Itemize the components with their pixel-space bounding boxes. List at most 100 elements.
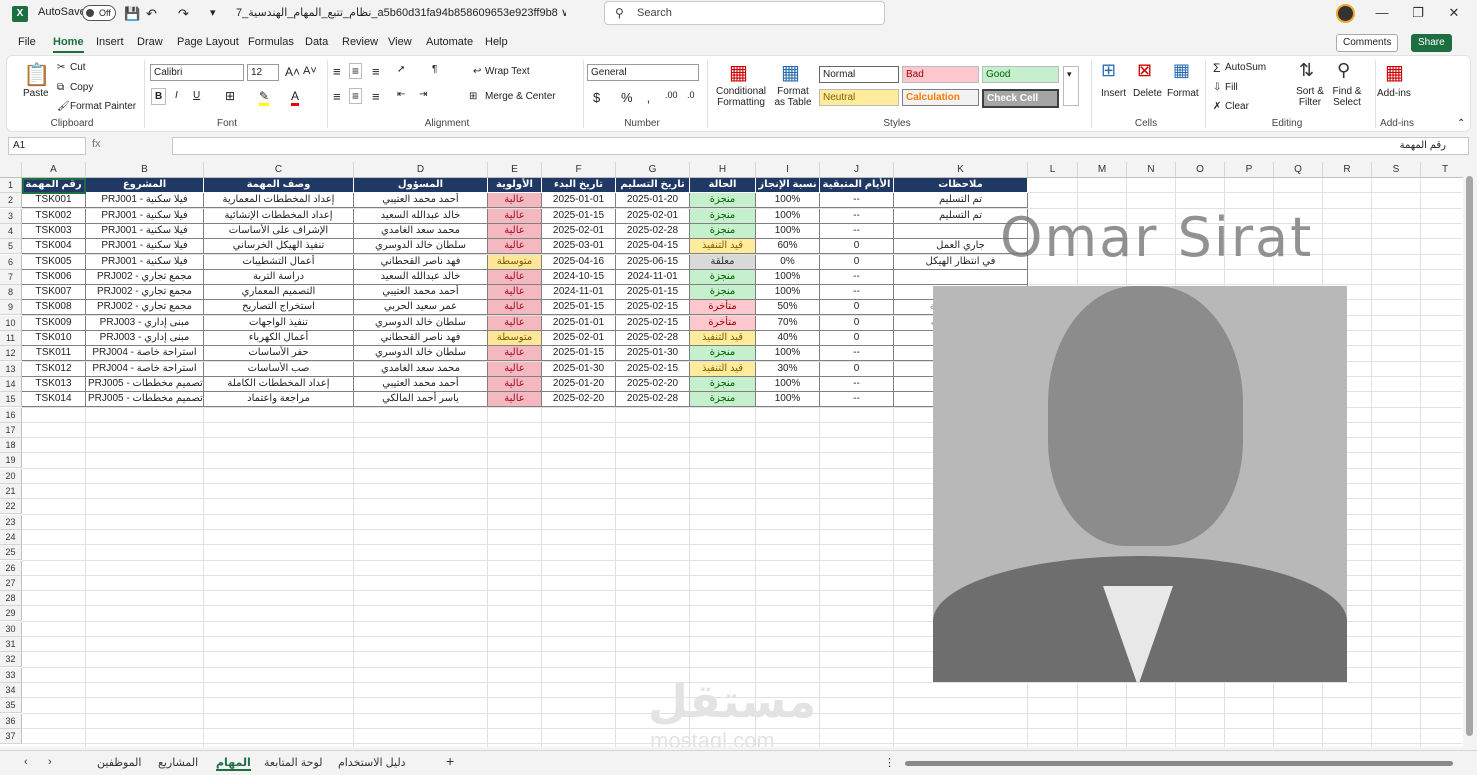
align-left-icon[interactable]: ≡ xyxy=(333,89,341,104)
cell-due-date[interactable]: 2025-01-30 xyxy=(616,346,690,362)
column-header[interactable]: B xyxy=(86,162,204,178)
cell-assignee[interactable]: خالد عبدالله السعيد xyxy=(354,269,488,285)
tab-formulas[interactable]: Formulas xyxy=(248,36,294,48)
column-header[interactable]: R xyxy=(1323,162,1372,178)
horizontal-scrollbar[interactable] xyxy=(905,761,1453,766)
cell-priority[interactable]: عالية xyxy=(488,392,542,408)
row-header[interactable]: 36 xyxy=(0,713,22,729)
cell-days-remaining[interactable]: -- xyxy=(820,392,894,408)
cell-priority[interactable]: عالية xyxy=(488,208,542,224)
row-header[interactable]: 16 xyxy=(0,407,22,423)
tab-home[interactable]: Home xyxy=(53,36,84,53)
cell-due-date[interactable]: 2025-01-20 xyxy=(616,193,690,209)
cell-completion[interactable]: 100% xyxy=(756,285,820,301)
cell-completion[interactable]: 100% xyxy=(756,208,820,224)
header-start-date[interactable]: تاريخ البدء xyxy=(542,178,616,193)
cell-task-id[interactable]: TSK006 xyxy=(22,269,86,285)
style-calculation[interactable]: Calculation xyxy=(902,89,979,106)
prev-sheet-icon[interactable]: ‹ xyxy=(24,756,28,768)
search-box[interactable]: ⚲ Search xyxy=(604,1,885,25)
worksheet-grid[interactable]: A B C D E F G H I J K L M N O P Q R S T 1 2 3 4 5 6 7 8 9 10 11 12 13 14 1… xyxy=(0,162,1463,747)
cell-priority[interactable]: عالية xyxy=(488,285,542,301)
maximize-icon[interactable]: ❐ xyxy=(1408,5,1428,21)
comma-icon[interactable]: ‚ xyxy=(647,90,650,105)
cell-task-id[interactable]: TSK001 xyxy=(22,193,86,209)
decrease-indent-icon[interactable]: ⇤ xyxy=(397,89,405,100)
fx-icon[interactable]: fx xyxy=(92,138,101,150)
redo-icon[interactable]: ↷ xyxy=(178,6,189,22)
cell-completion[interactable]: 100% xyxy=(756,269,820,285)
cell-priority[interactable]: عالية xyxy=(488,223,542,239)
row-header[interactable]: 12 xyxy=(0,346,22,362)
row-header[interactable]: 21 xyxy=(0,484,22,499)
file-name[interactable]: 7_نظام_تتبع_المهام_الهندسية_a5b60d31fa94… xyxy=(236,6,566,19)
align-bottom-icon[interactable]: ≡ xyxy=(372,64,380,79)
font-color-icon[interactable]: A xyxy=(291,89,300,106)
cell-project[interactable]: PRJ001 - فيلا سكنية xyxy=(86,208,204,224)
row-header[interactable]: 34 xyxy=(0,682,22,698)
bold-button[interactable]: B xyxy=(151,88,167,105)
header-notes[interactable]: ملاحظات xyxy=(894,178,1028,193)
style-bad[interactable]: Bad xyxy=(902,66,979,83)
row-header[interactable]: 31 xyxy=(0,637,22,652)
cell-project[interactable]: PRJ001 - فيلا سكنية xyxy=(86,193,204,209)
sort-filter-button[interactable]: Sort & Filter xyxy=(1293,86,1327,108)
cell-days-remaining[interactable]: 0 xyxy=(820,239,894,255)
cell-due-date[interactable]: 2025-02-28 xyxy=(616,223,690,239)
align-top-icon[interactable]: ≡ xyxy=(333,64,341,79)
cell-completion[interactable]: 60% xyxy=(756,239,820,255)
clear-button[interactable]: Clear xyxy=(1225,101,1249,112)
merge-center-icon[interactable]: ⊞ xyxy=(469,91,477,102)
column-header[interactable]: C xyxy=(204,162,354,178)
row-header[interactable]: 14 xyxy=(0,376,22,392)
sheet-tab-employees[interactable]: الموظفين xyxy=(97,756,141,769)
grow-font-icon[interactable]: A˄ xyxy=(285,65,300,79)
add-sheet-icon[interactable]: + xyxy=(446,753,454,769)
cell-assignee[interactable]: أحمد محمد العتيبي xyxy=(354,285,488,301)
tab-file[interactable]: File xyxy=(18,36,36,48)
row-header[interactable]: 8 xyxy=(0,285,22,301)
more-options-icon[interactable]: ⋮ xyxy=(884,756,895,769)
insert-cells-button[interactable]: Insert xyxy=(1101,88,1126,99)
cell-start-date[interactable]: 2024-11-01 xyxy=(542,285,616,301)
cell-assignee[interactable]: أحمد محمد العتيبي xyxy=(354,193,488,209)
cell-task-description[interactable]: إعداد المخططات المعمارية xyxy=(204,193,354,209)
column-header[interactable]: S xyxy=(1372,162,1421,178)
italic-button[interactable]: I xyxy=(175,90,178,101)
autosum-button[interactable]: AutoSum xyxy=(1225,62,1266,73)
cell-priority[interactable]: عالية xyxy=(488,239,542,255)
cell-start-date[interactable]: 2025-04-16 xyxy=(542,254,616,270)
cell-task-id[interactable]: TSK003 xyxy=(22,223,86,239)
cell-assignee[interactable]: محمد سعد الغامدي xyxy=(354,223,488,239)
tab-automate[interactable]: Automate xyxy=(426,36,473,48)
cut-button[interactable]: Cut xyxy=(70,62,86,73)
cell-start-date[interactable]: 2025-02-20 xyxy=(542,392,616,408)
row-header[interactable]: 26 xyxy=(0,560,22,576)
copy-icon[interactable]: ⧉ xyxy=(57,82,64,93)
column-header[interactable]: O xyxy=(1176,162,1225,178)
cell-project[interactable]: PRJ004 - استراحة خاصة xyxy=(86,346,204,362)
cell-project[interactable]: PRJ002 - مجمع تجاري xyxy=(86,269,204,285)
column-header[interactable]: E xyxy=(488,162,542,178)
find-select-icon[interactable]: ⚲ xyxy=(1337,60,1350,81)
cell-assignee[interactable]: فهد ناصر القحطاني xyxy=(354,331,488,346)
cell-assignee[interactable]: أحمد محمد العتيبي xyxy=(354,376,488,392)
row-header[interactable]: 4 xyxy=(0,223,22,239)
cell-task-id[interactable]: TSK005 xyxy=(22,254,86,270)
cell-start-date[interactable]: 2025-01-15 xyxy=(542,346,616,362)
cell-due-date[interactable]: 2025-02-20 xyxy=(616,376,690,392)
header-due-date[interactable]: تاريخ التسليم xyxy=(616,178,690,193)
cell-notes[interactable] xyxy=(894,269,1028,285)
conditional-formatting-button[interactable]: Conditional Formatting xyxy=(713,86,769,108)
cell-days-remaining[interactable]: -- xyxy=(820,376,894,392)
sheet-tab-projects[interactable]: المشاريع xyxy=(158,756,198,769)
row-header[interactable]: 19 xyxy=(0,453,22,469)
underline-button[interactable]: U xyxy=(193,90,200,101)
font-size-select[interactable]: 12 xyxy=(247,64,279,81)
row-header[interactable]: 2 xyxy=(0,193,22,209)
column-header[interactable]: F xyxy=(542,162,616,178)
cell-priority[interactable]: عالية xyxy=(488,315,542,331)
cell-project[interactable]: PRJ005 - تصميم مخططات xyxy=(86,392,204,408)
row-header[interactable]: 24 xyxy=(0,529,22,545)
column-header[interactable]: K xyxy=(894,162,1028,178)
